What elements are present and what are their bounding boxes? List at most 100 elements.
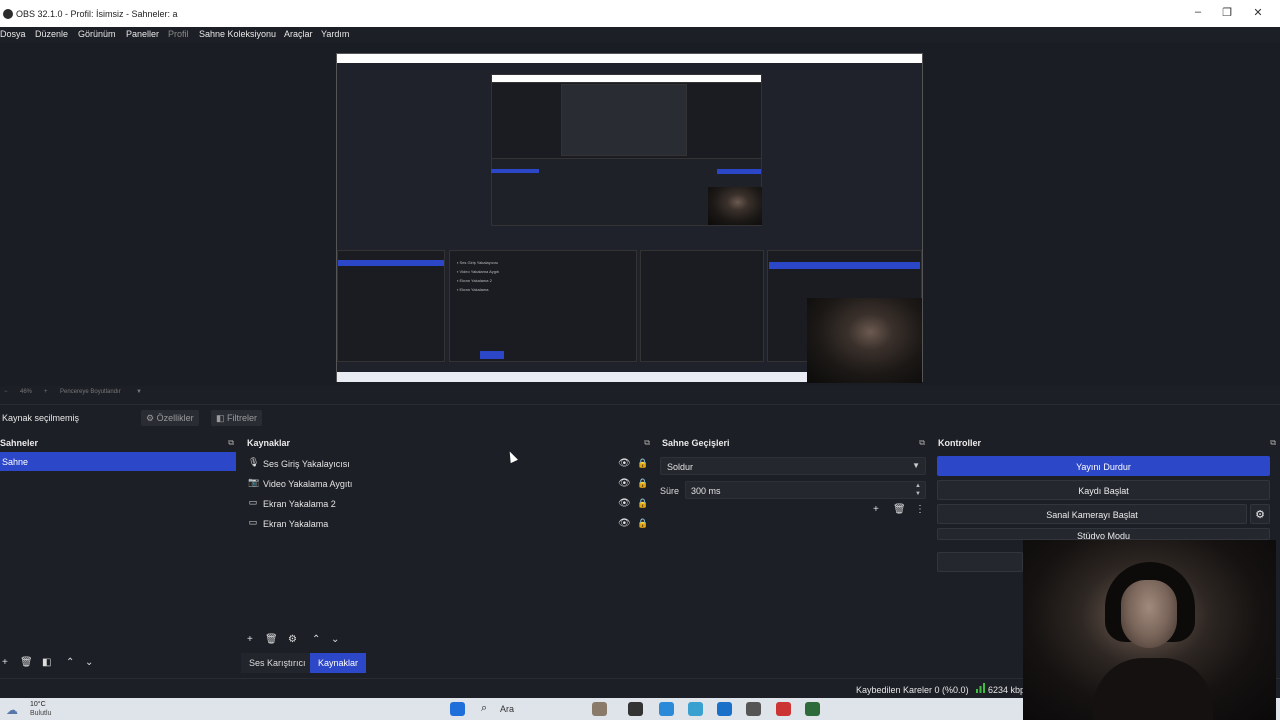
nested-scene-selected bbox=[338, 260, 444, 266]
taskbar-app-icon[interactable] bbox=[746, 702, 761, 716]
duration-input[interactable]: 300 ms ▲ ▼ bbox=[685, 481, 926, 499]
filters-label: Filtreler bbox=[227, 413, 258, 423]
webcam-face bbox=[1121, 580, 1177, 648]
maximize-button[interactable]: ❐ bbox=[1216, 6, 1238, 22]
lock-icon[interactable]: 🔒 bbox=[637, 458, 648, 469]
eye-icon[interactable]: 👁 bbox=[618, 518, 631, 529]
zoom-mode[interactable]: Pencereye Boyutlandır bbox=[60, 389, 121, 395]
nested-webcam-large bbox=[807, 298, 922, 383]
trash-icon[interactable]: 🗑 bbox=[893, 504, 906, 515]
move-up-icon[interactable]: ⌃ bbox=[312, 634, 320, 645]
monitor-icon: ▭ bbox=[248, 497, 258, 507]
taskbar-app-icon[interactable] bbox=[805, 702, 820, 716]
source-row[interactable]: 🎙 Ses Giriş Yakalayıcısı 👁 🔒 bbox=[248, 455, 648, 473]
chevron-down-icon: ▼ bbox=[912, 461, 920, 470]
nested-stream-button bbox=[769, 262, 920, 269]
nested-inner-scene bbox=[491, 169, 539, 173]
filters-button[interactable]: ◧ Filtreler bbox=[211, 410, 263, 426]
taskbar-app-icon[interactable] bbox=[592, 702, 607, 716]
nested-tab-active bbox=[480, 351, 504, 359]
studio-mode-button[interactable]: Stüdyo Modu bbox=[937, 528, 1270, 540]
zoom-in-button[interactable]: + bbox=[44, 389, 48, 395]
more-options-icon[interactable]: ⋮ bbox=[915, 504, 925, 515]
menu-tools[interactable]: Araçlar bbox=[284, 29, 313, 39]
taskbar-app-icon[interactable] bbox=[688, 702, 703, 716]
zoom-out-button[interactable]: − bbox=[4, 389, 8, 395]
menu-scene-collection[interactable]: Sahne Koleksiyonu bbox=[199, 29, 276, 39]
camera-icon: 📷 bbox=[248, 477, 260, 487]
source-row[interactable]: 📷 Video Yakalama Aygıtı 👁 🔒 bbox=[248, 475, 648, 493]
stop-stream-button[interactable]: Yayını Durdur bbox=[937, 456, 1270, 476]
menu-profile[interactable]: Profil bbox=[168, 29, 189, 39]
add-transition-button[interactable]: + bbox=[873, 504, 879, 515]
minimize-button[interactable]: – bbox=[1187, 6, 1209, 22]
nested-inner-button bbox=[717, 169, 761, 174]
gear-icon[interactable]: ⚙ bbox=[288, 634, 297, 645]
nested-sources-dock bbox=[449, 250, 637, 362]
move-up-icon[interactable]: ⌃ bbox=[66, 657, 74, 668]
transitions-title-text: Sahne Geçişleri bbox=[662, 438, 730, 448]
scenes-title-text: Sahneler bbox=[0, 438, 39, 448]
close-button[interactable]: ✕ bbox=[1247, 6, 1269, 22]
tab-audio-mixer[interactable]: Ses Karıştırıcı bbox=[241, 653, 314, 673]
tab-sources[interactable]: Kaynaklar bbox=[310, 653, 367, 673]
menu-view[interactable]: Görünüm bbox=[78, 29, 116, 39]
menu-docks[interactable]: Paneller bbox=[126, 29, 159, 39]
menu-edit[interactable]: Düzenle bbox=[35, 29, 68, 39]
move-down-icon[interactable]: ⌄ bbox=[85, 657, 93, 668]
source-label: Ekran Yakalama 2 bbox=[263, 499, 336, 509]
chevron-down-icon[interactable]: ▼ bbox=[136, 389, 142, 395]
sources-title: Kaynaklar ⧉ bbox=[244, 434, 654, 450]
task-view-icon[interactable] bbox=[628, 702, 643, 716]
lock-icon[interactable]: 🔒 bbox=[637, 518, 648, 529]
virtual-camera-settings-icon[interactable]: ⚙ bbox=[1250, 504, 1270, 524]
start-recording-button[interactable]: Kaydı Başlat bbox=[937, 480, 1270, 500]
taskbar-search[interactable]: Ara bbox=[500, 704, 514, 714]
source-toolbar: Kaynak seçilmemiş ⚙ Özellikler ◧ Filtrel… bbox=[0, 404, 1280, 430]
outlook-icon[interactable] bbox=[717, 702, 732, 716]
add-source-button[interactable]: + bbox=[247, 634, 253, 645]
menu-file[interactable]: Dosya bbox=[0, 29, 26, 39]
webcam-body bbox=[1093, 658, 1213, 720]
spinner-icon[interactable]: ▲ ▼ bbox=[915, 482, 921, 498]
search-icon[interactable]: ⌕ bbox=[481, 702, 496, 716]
scenes-title: Sahneler ⧉ bbox=[0, 434, 238, 450]
preview-canvas[interactable]: ▪ Ses Giriş Yakalayıcısı ▪ Video Yakalam… bbox=[336, 53, 923, 383]
cloud-icon[interactable]: ☁ bbox=[6, 703, 18, 717]
transition-select[interactable]: Soldur ▼ bbox=[660, 457, 926, 475]
source-label: Ekran Yakalama bbox=[263, 519, 329, 529]
properties-label: Özellikler bbox=[156, 413, 194, 423]
trash-icon[interactable]: 🗑 bbox=[20, 657, 33, 668]
windows-start-icon[interactable] bbox=[450, 702, 465, 716]
popout-icon[interactable]: ⧉ bbox=[919, 438, 925, 448]
filter-icon: ◧ bbox=[216, 413, 228, 423]
signal-icon bbox=[976, 683, 985, 693]
chrome-icon[interactable] bbox=[776, 702, 791, 716]
menu-help[interactable]: Yardım bbox=[321, 29, 349, 39]
add-scene-button[interactable]: + bbox=[2, 657, 8, 668]
edge-icon[interactable] bbox=[659, 702, 674, 716]
popout-icon[interactable]: ⧉ bbox=[228, 438, 234, 448]
move-down-icon[interactable]: ⌄ bbox=[331, 634, 339, 645]
lock-icon[interactable]: 🔒 bbox=[637, 498, 648, 509]
popout-icon[interactable]: ⧉ bbox=[644, 438, 650, 448]
nested-text: ▪ Ekran Yakalama 2 bbox=[457, 278, 492, 283]
trash-icon[interactable]: 🗑 bbox=[265, 634, 278, 645]
source-row[interactable]: ▭ Ekran Yakalama 👁 🔒 bbox=[248, 515, 648, 533]
nested-text: ▪ Video Yakalama Aygıtı bbox=[457, 269, 500, 274]
weather-condition: Bulutlu bbox=[30, 710, 52, 717]
source-row[interactable]: ▭ Ekran Yakalama 2 👁 🔒 bbox=[248, 495, 648, 513]
eye-icon[interactable]: 👁 bbox=[618, 498, 631, 509]
lock-icon[interactable]: 🔒 bbox=[637, 478, 648, 489]
popout-icon[interactable]: ⧉ bbox=[1270, 438, 1276, 448]
window-titlebar: OBS 32.1.0 - Profil: İsimsiz - Sahneler:… bbox=[0, 0, 1280, 27]
scene-filter-icon[interactable]: ◧ bbox=[42, 657, 51, 668]
eye-icon[interactable]: 👁 bbox=[618, 458, 631, 469]
scene-item[interactable]: Sahne bbox=[0, 452, 236, 471]
eye-icon[interactable]: 👁 bbox=[618, 478, 631, 489]
nested-taskbar bbox=[337, 372, 807, 382]
start-virtual-camera-button[interactable]: Sanal Kamerayı Başlat bbox=[937, 504, 1247, 524]
properties-button[interactable]: ⚙ Özellikler bbox=[141, 410, 199, 426]
nested-transitions-dock bbox=[640, 250, 764, 362]
settings-button[interactable] bbox=[937, 552, 1023, 572]
